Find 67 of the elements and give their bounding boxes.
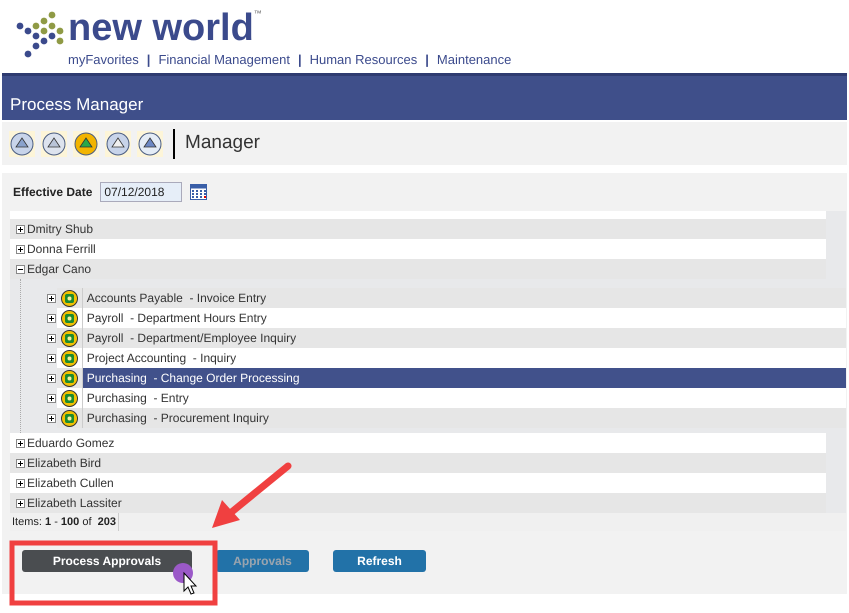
- process-row[interactable]: Project Accounting - Inquiry: [82, 348, 846, 368]
- process-label: Purchasing - Entry: [86, 390, 189, 407]
- tree-row[interactable]: Edgar Cano: [10, 259, 826, 279]
- coin-icon: [60, 410, 78, 426]
- tree-row[interactable]: Donna Ferrill: [10, 239, 826, 259]
- brand-name: new world: [68, 8, 254, 48]
- process-label: Payroll - Department Hours Entry: [86, 310, 267, 327]
- expand-icon[interactable]: [47, 314, 56, 322]
- process-row[interactable]: Payroll - Department Hours Entry: [82, 308, 846, 328]
- expand-icon[interactable]: [47, 394, 56, 402]
- date-field[interactable]: 07/12/2018: [100, 182, 182, 202]
- employee-name: Edgar Cano: [27, 261, 92, 278]
- action-button[interactable]: Process Approvals: [22, 550, 192, 572]
- expand-icon[interactable]: [16, 458, 25, 468]
- coin-icon: [60, 290, 78, 306]
- nav-separator: |: [298, 51, 302, 69]
- toolbar-label: Manager: [185, 131, 260, 156]
- employee-name: Elizabeth Lassiter: [27, 495, 122, 512]
- action-button[interactable]: Refresh: [333, 550, 426, 572]
- employee-name: Dmitry Shub: [27, 221, 94, 238]
- tree-row[interactable]: Elizabeth Cullen: [10, 473, 826, 493]
- expand-icon[interactable]: [16, 244, 25, 254]
- expand-icon[interactable]: [16, 498, 25, 508]
- coin-icon: [60, 310, 78, 326]
- process-row[interactable]: Purchasing - Change Order Processing: [82, 368, 846, 388]
- tree-row[interactable]: Eduardo Gomez: [10, 433, 826, 453]
- expand-icon[interactable]: [16, 224, 25, 234]
- calendar-icon[interactable]: [190, 184, 208, 200]
- expand-icon[interactable]: [16, 478, 25, 488]
- employee-name: Elizabeth Bird: [27, 455, 102, 472]
- field-label: Effective Date: [13, 184, 92, 201]
- tree-row[interactable]: Elizabeth Lassiter: [10, 493, 826, 513]
- process-label: Purchasing - Procurement Inquiry: [86, 410, 269, 427]
- nav-link[interactable]: myFavorites: [68, 50, 139, 70]
- page-title: Process Manager: [10, 94, 144, 116]
- collapse-icon[interactable]: [16, 264, 25, 274]
- pager-text: Items: 1 - 100 of 203: [10, 513, 119, 531]
- expand-icon[interactable]: [47, 414, 56, 422]
- process-row[interactable]: Purchasing - Procurement Inquiry: [82, 408, 846, 428]
- cursor-icon: [184, 572, 198, 595]
- nav-link[interactable]: Financial Management: [158, 50, 290, 70]
- expand-icon[interactable]: [47, 334, 56, 342]
- nav-separator: |: [146, 51, 150, 69]
- coin-icon: [60, 370, 78, 386]
- expand-icon[interactable]: [47, 294, 56, 302]
- tree-row[interactable]: Dmitry Shub: [10, 219, 826, 239]
- process-row[interactable]: Payroll - Department/Employee Inquiry: [82, 328, 846, 348]
- coin-icon: [60, 350, 78, 366]
- process-label: Project Accounting - Inquiry: [86, 350, 236, 367]
- expand-icon[interactable]: [47, 354, 56, 362]
- employee-name: Donna Ferrill: [27, 241, 96, 258]
- coin-icon: [60, 330, 78, 346]
- nav-link[interactable]: Human Resources: [310, 50, 418, 70]
- nav-separator: |: [425, 51, 429, 69]
- process-label: Payroll - Department/Employee Inquiry: [86, 330, 296, 347]
- process-row[interactable]: Accounts Payable - Invoice Entry: [82, 288, 846, 308]
- nav-link[interactable]: Maintenance: [436, 50, 512, 70]
- process-label: Purchasing - Change Order Processing: [86, 370, 300, 387]
- expand-icon[interactable]: [16, 438, 25, 448]
- coin-icon: [60, 390, 78, 406]
- process-label: Accounts Payable - Invoice Entry: [86, 290, 266, 307]
- trademark-sign: ™: [254, 8, 262, 20]
- tree-row[interactable]: Elizabeth Bird: [10, 453, 826, 473]
- expand-icon[interactable]: [47, 374, 56, 382]
- employee-name: Eduardo Gomez: [27, 435, 114, 452]
- employee-name: Elizabeth Cullen: [27, 475, 114, 492]
- process-row[interactable]: Purchasing - Entry: [82, 388, 846, 408]
